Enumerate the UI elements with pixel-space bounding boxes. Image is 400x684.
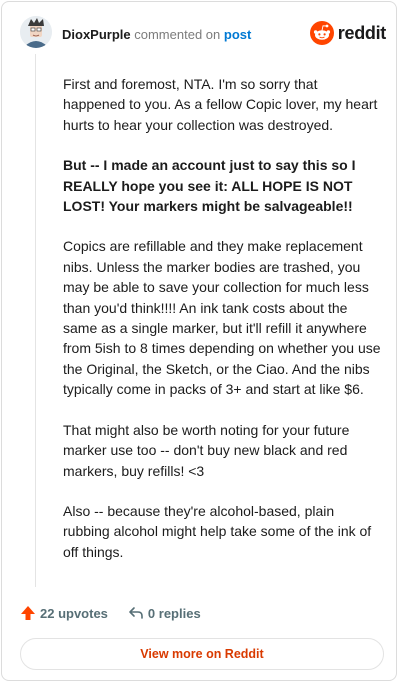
avatar[interactable] bbox=[20, 16, 52, 48]
comment-actions: 22 upvotes 0 replies bbox=[20, 603, 201, 623]
comment-body: First and foremost, NTA. I'm so sorry th… bbox=[63, 74, 381, 582]
reddit-snoo-icon bbox=[309, 21, 334, 45]
comment-paragraph: That might also be worth noting for your… bbox=[63, 421, 350, 479]
upvote-arrow-icon bbox=[21, 606, 35, 620]
reply-arrow-icon bbox=[129, 607, 143, 619]
comment-header: DioxPurple commented on post reddit bbox=[20, 16, 386, 52]
reddit-logo[interactable]: reddit bbox=[309, 20, 387, 46]
thread-line bbox=[35, 54, 36, 587]
comment-paragraph: Also -- because they're alcohol-based, p… bbox=[63, 502, 372, 560]
comment-paragraph: Copics are refillable and they make repl… bbox=[63, 238, 381, 398]
username-link[interactable]: DioxPurple bbox=[62, 27, 131, 42]
post-link[interactable]: post bbox=[224, 27, 251, 42]
comment-embed-card: DioxPurple commented on post reddit Firs… bbox=[1, 1, 397, 681]
upvote-button[interactable]: 22 upvotes bbox=[20, 605, 108, 621]
upvote-count: 22 upvotes bbox=[40, 605, 108, 621]
commented-on-text: commented on bbox=[134, 27, 221, 42]
replies-button[interactable]: 0 replies bbox=[128, 605, 201, 621]
comment-paragraph-bold: But -- I made an account just to say thi… bbox=[63, 157, 356, 215]
view-more-button[interactable]: View more on Reddit bbox=[20, 638, 384, 670]
reply-count: 0 replies bbox=[147, 605, 201, 621]
comment-paragraph: First and foremost, NTA. I'm so sorry th… bbox=[63, 76, 378, 133]
reddit-wordmark: reddit bbox=[337, 22, 387, 43]
avatar-image bbox=[20, 16, 52, 48]
comment-meta: DioxPurple commented on post bbox=[62, 27, 251, 42]
